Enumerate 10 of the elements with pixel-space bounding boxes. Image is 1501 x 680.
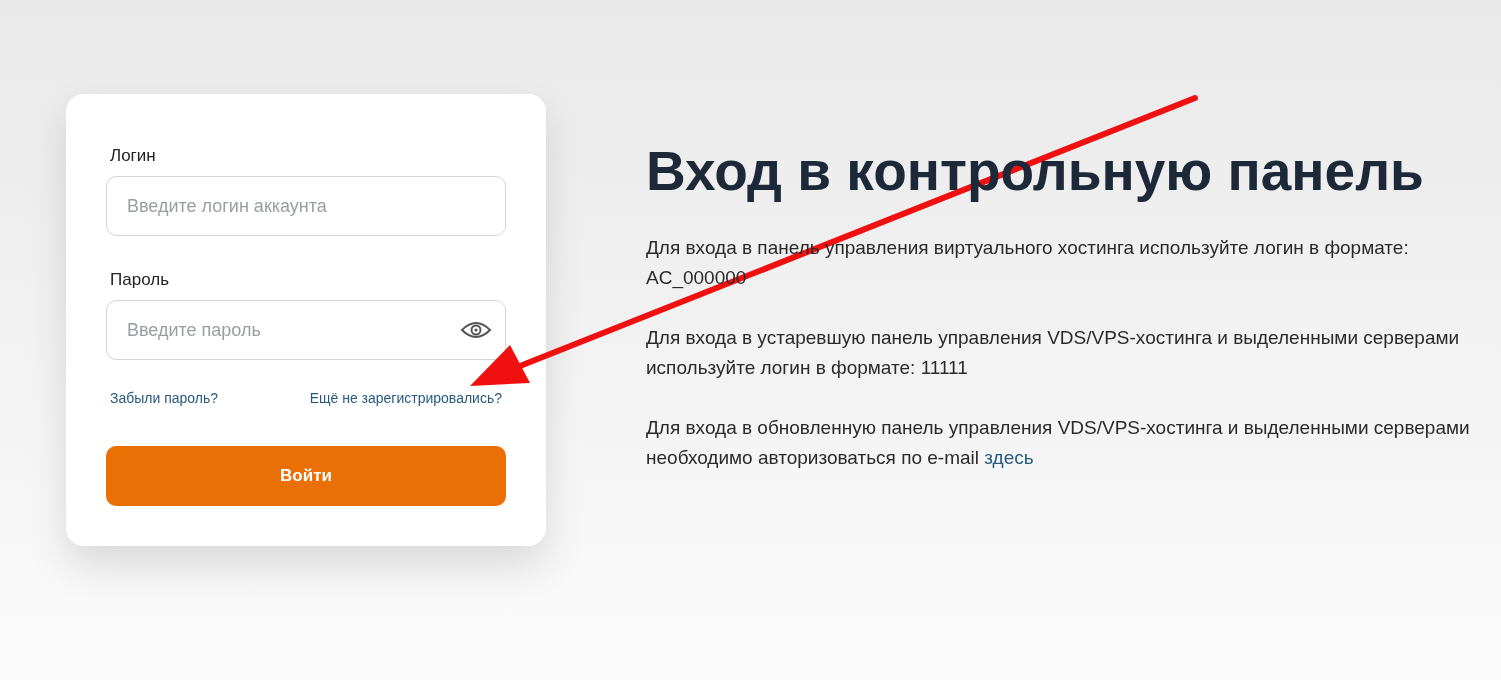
here-link[interactable]: здесь [984,447,1034,468]
register-link[interactable]: Ещё не зарегистрировались? [309,390,502,406]
field-label: Пароль [110,270,170,290]
eye-icon[interactable] [460,320,492,340]
field-label: Логин [110,146,157,166]
info-paragraph: Для входа в устаревшую панель управления VDS/VPS-хостинга и выделенными серверами используйте логин в формате: 11111 [646,326,1461,380]
info-paragraph: Для входа в обновленную панель управления VDS/VPS-хостинга и выделенными серверами необходимо авторизоваться по e-mail здесь [646,416,1471,470]
password-field[interactable]: Введите пароль [106,300,506,360]
login-field[interactable]: Введите логин аккаунта [106,176,506,236]
forgot-password-link[interactable]: Забыли пароль? [110,390,219,406]
